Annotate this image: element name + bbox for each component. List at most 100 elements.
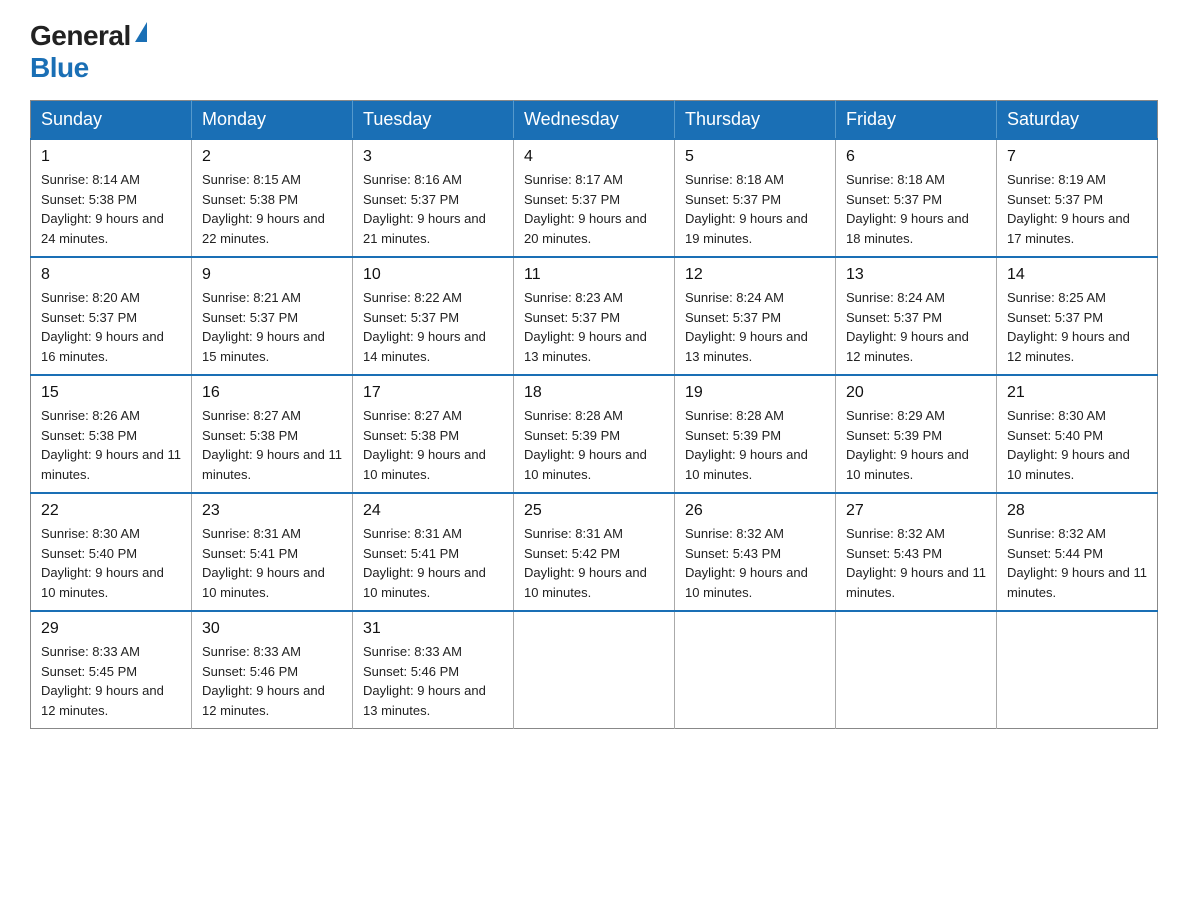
day-info: Sunrise: 8:32 AM Sunset: 5:43 PM Dayligh…: [685, 524, 825, 602]
day-info: Sunrise: 8:19 AM Sunset: 5:37 PM Dayligh…: [1007, 170, 1147, 248]
day-info: Sunrise: 8:28 AM Sunset: 5:39 PM Dayligh…: [685, 406, 825, 484]
page-header: General Blue: [30, 20, 1158, 84]
logo-general: General: [30, 20, 131, 52]
day-info: Sunrise: 8:26 AM Sunset: 5:38 PM Dayligh…: [41, 406, 181, 484]
calendar-day-cell: 6 Sunrise: 8:18 AM Sunset: 5:37 PM Dayli…: [836, 139, 997, 257]
day-info: Sunrise: 8:21 AM Sunset: 5:37 PM Dayligh…: [202, 288, 342, 366]
calendar-day-cell: 31 Sunrise: 8:33 AM Sunset: 5:46 PM Dayl…: [353, 611, 514, 729]
calendar-day-cell: 18 Sunrise: 8:28 AM Sunset: 5:39 PM Dayl…: [514, 375, 675, 493]
logo-triangle-icon: [135, 22, 147, 42]
calendar-day-cell: 4 Sunrise: 8:17 AM Sunset: 5:37 PM Dayli…: [514, 139, 675, 257]
day-info: Sunrise: 8:24 AM Sunset: 5:37 PM Dayligh…: [685, 288, 825, 366]
day-number: 21: [1007, 384, 1147, 402]
day-number: 6: [846, 148, 986, 166]
day-number: 25: [524, 502, 664, 520]
day-number: 4: [524, 148, 664, 166]
day-number: 31: [363, 620, 503, 638]
day-info: Sunrise: 8:14 AM Sunset: 5:38 PM Dayligh…: [41, 170, 181, 248]
calendar-day-header: Saturday: [997, 101, 1158, 140]
day-number: 20: [846, 384, 986, 402]
day-info: Sunrise: 8:24 AM Sunset: 5:37 PM Dayligh…: [846, 288, 986, 366]
calendar-day-cell: 1 Sunrise: 8:14 AM Sunset: 5:38 PM Dayli…: [31, 139, 192, 257]
calendar-day-cell: [675, 611, 836, 729]
calendar-day-header: Thursday: [675, 101, 836, 140]
calendar-day-cell: 15 Sunrise: 8:26 AM Sunset: 5:38 PM Dayl…: [31, 375, 192, 493]
day-info: Sunrise: 8:22 AM Sunset: 5:37 PM Dayligh…: [363, 288, 503, 366]
calendar-day-cell: 21 Sunrise: 8:30 AM Sunset: 5:40 PM Dayl…: [997, 375, 1158, 493]
calendar-header-row: SundayMondayTuesdayWednesdayThursdayFrid…: [31, 101, 1158, 140]
calendar-day-cell: 12 Sunrise: 8:24 AM Sunset: 5:37 PM Dayl…: [675, 257, 836, 375]
calendar-table: SundayMondayTuesdayWednesdayThursdayFrid…: [30, 100, 1158, 729]
calendar-week-row: 22 Sunrise: 8:30 AM Sunset: 5:40 PM Dayl…: [31, 493, 1158, 611]
day-number: 8: [41, 266, 181, 284]
day-number: 22: [41, 502, 181, 520]
day-info: Sunrise: 8:20 AM Sunset: 5:37 PM Dayligh…: [41, 288, 181, 366]
calendar-day-cell: 25 Sunrise: 8:31 AM Sunset: 5:42 PM Dayl…: [514, 493, 675, 611]
calendar-day-cell: 19 Sunrise: 8:28 AM Sunset: 5:39 PM Dayl…: [675, 375, 836, 493]
day-info: Sunrise: 8:33 AM Sunset: 5:46 PM Dayligh…: [363, 642, 503, 720]
calendar-day-cell: 20 Sunrise: 8:29 AM Sunset: 5:39 PM Dayl…: [836, 375, 997, 493]
calendar-day-cell: 27 Sunrise: 8:32 AM Sunset: 5:43 PM Dayl…: [836, 493, 997, 611]
day-number: 30: [202, 620, 342, 638]
logo-blue: Blue: [30, 52, 89, 84]
calendar-day-cell: 29 Sunrise: 8:33 AM Sunset: 5:45 PM Dayl…: [31, 611, 192, 729]
day-number: 1: [41, 148, 181, 166]
day-number: 3: [363, 148, 503, 166]
calendar-day-cell: 17 Sunrise: 8:27 AM Sunset: 5:38 PM Dayl…: [353, 375, 514, 493]
day-info: Sunrise: 8:18 AM Sunset: 5:37 PM Dayligh…: [846, 170, 986, 248]
day-number: 15: [41, 384, 181, 402]
calendar-day-cell: 2 Sunrise: 8:15 AM Sunset: 5:38 PM Dayli…: [192, 139, 353, 257]
calendar-day-cell: 16 Sunrise: 8:27 AM Sunset: 5:38 PM Dayl…: [192, 375, 353, 493]
calendar-day-header: Wednesday: [514, 101, 675, 140]
day-info: Sunrise: 8:28 AM Sunset: 5:39 PM Dayligh…: [524, 406, 664, 484]
day-info: Sunrise: 8:23 AM Sunset: 5:37 PM Dayligh…: [524, 288, 664, 366]
day-number: 13: [846, 266, 986, 284]
calendar-day-header: Tuesday: [353, 101, 514, 140]
day-number: 27: [846, 502, 986, 520]
day-info: Sunrise: 8:31 AM Sunset: 5:41 PM Dayligh…: [202, 524, 342, 602]
calendar-day-header: Friday: [836, 101, 997, 140]
calendar-day-cell: 7 Sunrise: 8:19 AM Sunset: 5:37 PM Dayli…: [997, 139, 1158, 257]
day-number: 29: [41, 620, 181, 638]
day-info: Sunrise: 8:31 AM Sunset: 5:41 PM Dayligh…: [363, 524, 503, 602]
calendar-day-cell: 11 Sunrise: 8:23 AM Sunset: 5:37 PM Dayl…: [514, 257, 675, 375]
calendar-day-cell: 13 Sunrise: 8:24 AM Sunset: 5:37 PM Dayl…: [836, 257, 997, 375]
calendar-day-cell: 24 Sunrise: 8:31 AM Sunset: 5:41 PM Dayl…: [353, 493, 514, 611]
day-info: Sunrise: 8:33 AM Sunset: 5:46 PM Dayligh…: [202, 642, 342, 720]
calendar-day-cell: 8 Sunrise: 8:20 AM Sunset: 5:37 PM Dayli…: [31, 257, 192, 375]
day-info: Sunrise: 8:33 AM Sunset: 5:45 PM Dayligh…: [41, 642, 181, 720]
calendar-day-cell: 3 Sunrise: 8:16 AM Sunset: 5:37 PM Dayli…: [353, 139, 514, 257]
calendar-week-row: 8 Sunrise: 8:20 AM Sunset: 5:37 PM Dayli…: [31, 257, 1158, 375]
calendar-day-cell: 10 Sunrise: 8:22 AM Sunset: 5:37 PM Dayl…: [353, 257, 514, 375]
calendar-day-cell: 22 Sunrise: 8:30 AM Sunset: 5:40 PM Dayl…: [31, 493, 192, 611]
calendar-day-header: Sunday: [31, 101, 192, 140]
day-number: 5: [685, 148, 825, 166]
day-number: 19: [685, 384, 825, 402]
day-number: 14: [1007, 266, 1147, 284]
day-number: 10: [363, 266, 503, 284]
day-number: 26: [685, 502, 825, 520]
day-info: Sunrise: 8:30 AM Sunset: 5:40 PM Dayligh…: [1007, 406, 1147, 484]
day-info: Sunrise: 8:15 AM Sunset: 5:38 PM Dayligh…: [202, 170, 342, 248]
day-number: 24: [363, 502, 503, 520]
calendar-day-cell: 30 Sunrise: 8:33 AM Sunset: 5:46 PM Dayl…: [192, 611, 353, 729]
day-number: 9: [202, 266, 342, 284]
calendar-day-header: Monday: [192, 101, 353, 140]
calendar-day-cell: [836, 611, 997, 729]
day-info: Sunrise: 8:32 AM Sunset: 5:43 PM Dayligh…: [846, 524, 986, 602]
calendar-week-row: 15 Sunrise: 8:26 AM Sunset: 5:38 PM Dayl…: [31, 375, 1158, 493]
calendar-week-row: 1 Sunrise: 8:14 AM Sunset: 5:38 PM Dayli…: [31, 139, 1158, 257]
day-info: Sunrise: 8:29 AM Sunset: 5:39 PM Dayligh…: [846, 406, 986, 484]
day-number: 16: [202, 384, 342, 402]
calendar-day-cell: [997, 611, 1158, 729]
day-number: 28: [1007, 502, 1147, 520]
logo: General Blue: [30, 20, 147, 84]
day-info: Sunrise: 8:27 AM Sunset: 5:38 PM Dayligh…: [363, 406, 503, 484]
day-number: 2: [202, 148, 342, 166]
day-number: 17: [363, 384, 503, 402]
day-info: Sunrise: 8:18 AM Sunset: 5:37 PM Dayligh…: [685, 170, 825, 248]
day-number: 11: [524, 266, 664, 284]
day-info: Sunrise: 8:31 AM Sunset: 5:42 PM Dayligh…: [524, 524, 664, 602]
day-info: Sunrise: 8:30 AM Sunset: 5:40 PM Dayligh…: [41, 524, 181, 602]
calendar-day-cell: [514, 611, 675, 729]
